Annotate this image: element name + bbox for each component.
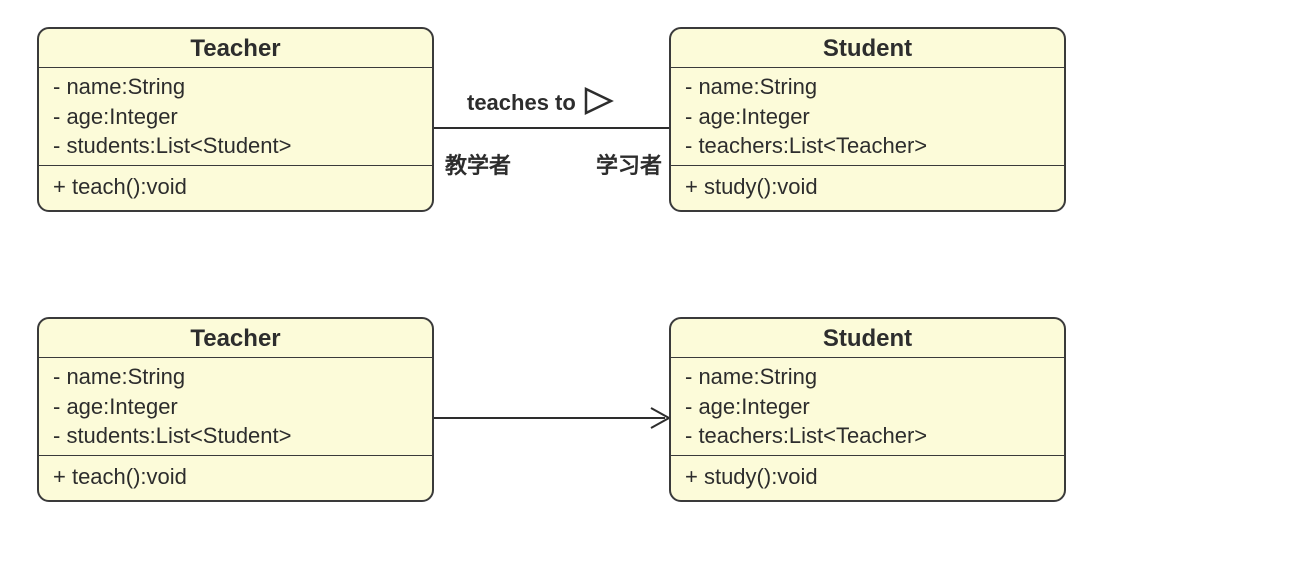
class-teacher-bottom: Teacher - name:String - age:Integer - st… — [37, 317, 434, 502]
class-title: Student — [671, 319, 1064, 358]
attr-line: - name:String — [685, 72, 1050, 102]
class-teacher-top: Teacher - name:String - age:Integer - st… — [37, 27, 434, 212]
attr-line: - teachers:List<Teacher> — [685, 421, 1050, 451]
uml-diagram-canvas: Teacher - name:String - age:Integer - st… — [0, 0, 1297, 577]
class-attributes: - name:String - age:Integer - students:L… — [39, 68, 432, 166]
class-operations: + teach():void — [39, 166, 432, 210]
arrowhead-line-2 — [651, 418, 669, 428]
class-attributes: - name:String - age:Integer - students:L… — [39, 358, 432, 456]
class-student-bottom: Student - name:String - age:Integer - te… — [669, 317, 1066, 502]
attr-line: - name:String — [53, 72, 418, 102]
op-line: + study():void — [685, 462, 1050, 492]
association-role-left: 教学者 — [445, 148, 511, 180]
arrowhead-line-1 — [651, 408, 669, 418]
class-title: Teacher — [39, 319, 432, 358]
attr-line: - name:String — [53, 362, 418, 392]
class-operations: + study():void — [671, 166, 1064, 210]
op-line: + teach():void — [53, 462, 418, 492]
attr-line: - age:Integer — [685, 102, 1050, 132]
class-title: Teacher — [39, 29, 432, 68]
attr-line: - name:String — [685, 362, 1050, 392]
attr-line: - teachers:List<Teacher> — [685, 131, 1050, 161]
attr-line: - age:Integer — [53, 392, 418, 422]
attr-line: - students:List<Student> — [53, 131, 418, 161]
association-label-teaches-to: teaches to — [467, 90, 576, 116]
op-line: + study():void — [685, 172, 1050, 202]
attr-line: - age:Integer — [53, 102, 418, 132]
attr-line: - age:Integer — [685, 392, 1050, 422]
op-line: + teach():void — [53, 172, 418, 202]
direction-triangle-icon — [586, 89, 611, 113]
class-operations: + study():void — [671, 456, 1064, 500]
class-attributes: - name:String - age:Integer - teachers:L… — [671, 68, 1064, 166]
class-student-top: Student - name:String - age:Integer - te… — [669, 27, 1066, 212]
association-role-right: 学习者 — [596, 148, 662, 180]
attr-line: - students:List<Student> — [53, 421, 418, 451]
class-title: Student — [671, 29, 1064, 68]
class-operations: + teach():void — [39, 456, 432, 500]
class-attributes: - name:String - age:Integer - teachers:L… — [671, 358, 1064, 456]
